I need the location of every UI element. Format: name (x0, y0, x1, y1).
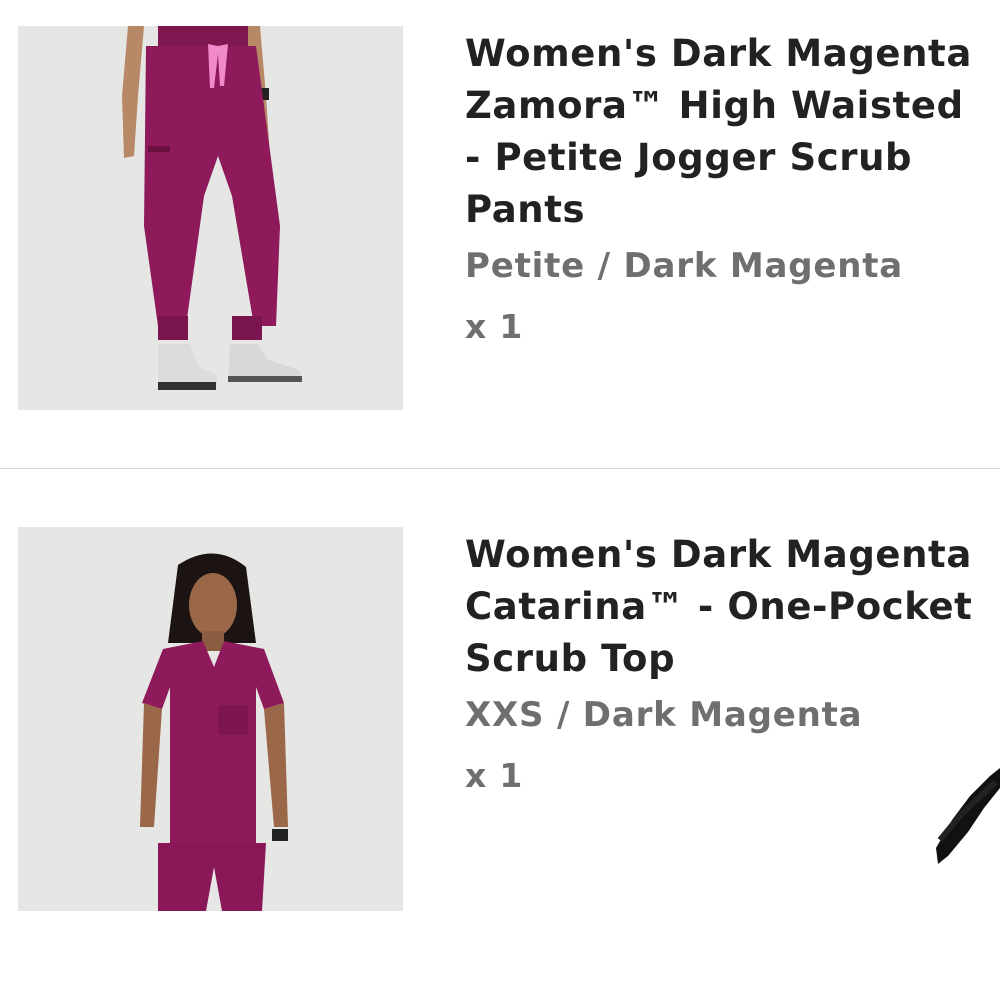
product-quantity: x 1 (465, 756, 524, 795)
jogger-pants-photo (18, 26, 403, 410)
product-image[interactable] (18, 26, 403, 410)
product-image[interactable] (18, 527, 403, 911)
cart-item: Women's Dark Magenta Zamora™ High Waiste… (0, 0, 1000, 468)
product-variant: XXS / Dark Magenta (465, 695, 863, 735)
product-info: Women's Dark Magenta Zamora™ High Waiste… (465, 28, 985, 349)
marker-scribble (936, 768, 1000, 864)
cart-item: Women's Dark Magenta Catarina™ - One-Poc… (0, 469, 1000, 1000)
product-variant: Petite / Dark Magenta (465, 246, 904, 286)
product-title[interactable]: Women's Dark Magenta Catarina™ - One-Poc… (465, 529, 985, 685)
product-title[interactable]: Women's Dark Magenta Zamora™ High Waiste… (465, 28, 985, 236)
scrub-top-photo (18, 527, 403, 911)
product-quantity: x 1 (465, 307, 524, 346)
product-info: Women's Dark Magenta Catarina™ - One-Poc… (465, 529, 985, 798)
cart-item-list: Women's Dark Magenta Zamora™ High Waiste… (0, 0, 1000, 1000)
